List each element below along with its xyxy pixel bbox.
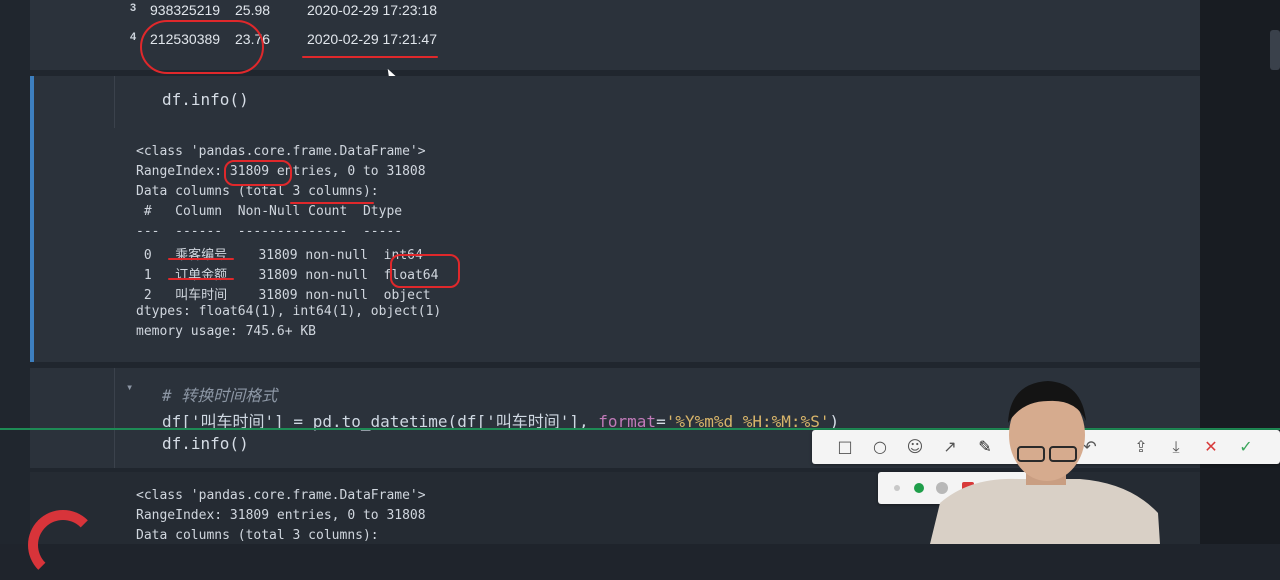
annotation-underline [302, 56, 438, 58]
download-icon[interactable]: ⤓ [1165, 436, 1187, 458]
presenter-shirt [930, 478, 1160, 544]
annotation-underline [168, 258, 234, 260]
output-line: RangeIndex: 31809 entries, 0 to 31808 [136, 508, 426, 523]
output-line: # Column Non-Null Count Dtype [136, 204, 403, 219]
code-line[interactable]: df.info() [162, 90, 249, 109]
color-green-dot[interactable] [914, 483, 924, 493]
row-index: 3 [130, 2, 137, 14]
circle-icon[interactable]: ○ [869, 436, 891, 458]
annotation-underline [290, 202, 374, 204]
cell-time: 2020-02-29 17:23:18 [307, 2, 437, 18]
output-line: memory usage: 745.6+ KB [136, 324, 317, 339]
annotation-underline [168, 278, 234, 280]
code-line[interactable]: df.info() [162, 434, 249, 453]
code-cell-info[interactable] [30, 76, 1200, 362]
collapse-toggle-icon[interactable]: ▾ [126, 380, 133, 394]
confirm-icon[interactable]: ✓ [1235, 436, 1257, 458]
close-icon[interactable]: ✕ [1200, 436, 1222, 458]
row-index: 4 [130, 31, 137, 43]
output-line: <class 'pandas.core.frame.DataFrame'> [136, 488, 426, 503]
annotation-circle [390, 254, 460, 288]
output-line: 0 乘客编号 31809 non-null int64 [136, 248, 423, 263]
emoji-icon[interactable]: ☺ [904, 436, 926, 458]
cell-divider [114, 368, 115, 468]
size-small-dot[interactable] [894, 485, 900, 491]
output-line: --- ------ -------------- ----- [136, 224, 403, 239]
scrollbar-thumb[interactable] [1270, 30, 1280, 70]
output-line: <class 'pandas.core.frame.DataFrame'> [136, 144, 426, 159]
annotation-circle [140, 20, 264, 74]
logo-icon [28, 510, 98, 580]
output-line: Data columns (total 3 columns): [136, 184, 379, 199]
cell-divider [114, 76, 115, 128]
table-row: 3 938325219 25.98 2020-02-29 17:23:18 [0, 2, 600, 22]
table-row: 4 212530389 23.76 2020-02-29 17:21:47 [0, 31, 600, 51]
annotation-circle [224, 160, 292, 186]
cell-passenger-id: 938325219 [150, 2, 221, 18]
cell-amount: 25.98 [235, 2, 271, 18]
output-line: Data columns (total 3 columns): [136, 528, 379, 543]
rectangle-icon[interactable]: □ [834, 436, 856, 458]
output-line: 2 叫车时间 31809 non-null object [136, 288, 431, 303]
output-line: dtypes: float64(1), int64(1), object(1) [136, 304, 442, 319]
cell-time: 2020-02-29 17:21:47 [307, 31, 437, 47]
presenter-video [930, 381, 1160, 544]
code-comment[interactable]: # 转换时间格式 [162, 382, 277, 406]
